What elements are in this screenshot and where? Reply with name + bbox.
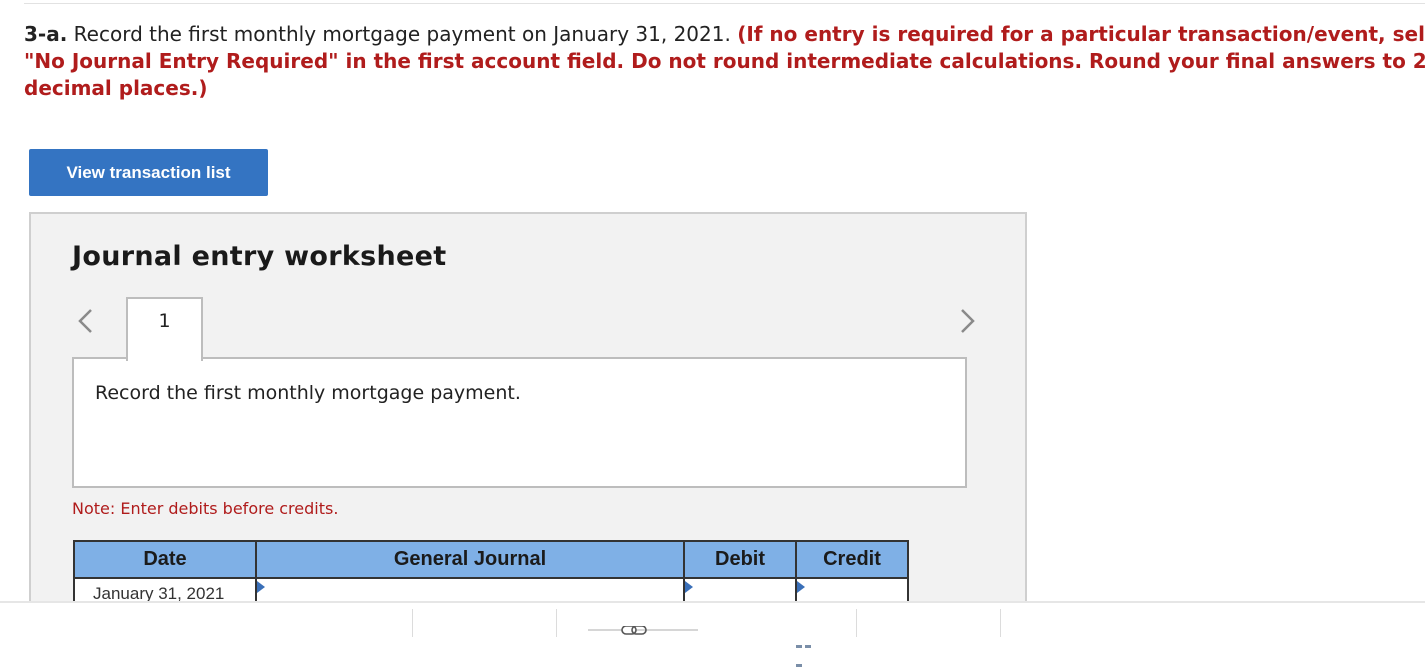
top-divider [24, 3, 1425, 4]
column-header-general-journal: General Journal [255, 540, 685, 579]
instructions-line-1: (If no entry is required for a particula… [737, 22, 1425, 46]
column-header-date: Date [73, 540, 257, 579]
dropdown-indicator-icon [257, 581, 265, 593]
chevron-right-icon[interactable] [956, 306, 978, 336]
transaction-description: Record the first monthly mortgage paymen… [95, 382, 521, 404]
worksheet-title: Journal entry worksheet [72, 241, 447, 272]
toolbar-divider [556, 609, 557, 637]
question-text: 3-a. Record the first monthly mortgage p… [24, 21, 1425, 102]
toolbar-divider [856, 609, 857, 637]
column-header-credit: Credit [795, 540, 909, 579]
bottom-toolbar [0, 601, 1425, 667]
toolbar-divider [412, 609, 413, 637]
column-header-debit: Debit [683, 540, 797, 579]
question-prompt: Record the first monthly mortgage paymen… [67, 22, 738, 46]
journal-entry-worksheet: Journal entry worksheet 1 Record the fir… [29, 212, 1027, 614]
view-transaction-list-button[interactable]: View transaction list [29, 149, 268, 196]
input-indicator-icon [797, 581, 805, 593]
input-indicator-icon [685, 581, 693, 593]
instructions-line-2: "No Journal Entry Required" in the first… [24, 49, 1425, 73]
question-number: 3-a. [24, 22, 68, 46]
toolbar-divider [1000, 609, 1001, 637]
tab-entry-1[interactable]: 1 [126, 297, 203, 361]
instructions-line-3: decimal places.) [24, 76, 208, 100]
entry-note: Note: Enter debits before credits. [72, 499, 339, 518]
transaction-description-box: Record the first monthly mortgage paymen… [72, 357, 967, 488]
chevron-left-icon[interactable] [75, 306, 97, 336]
